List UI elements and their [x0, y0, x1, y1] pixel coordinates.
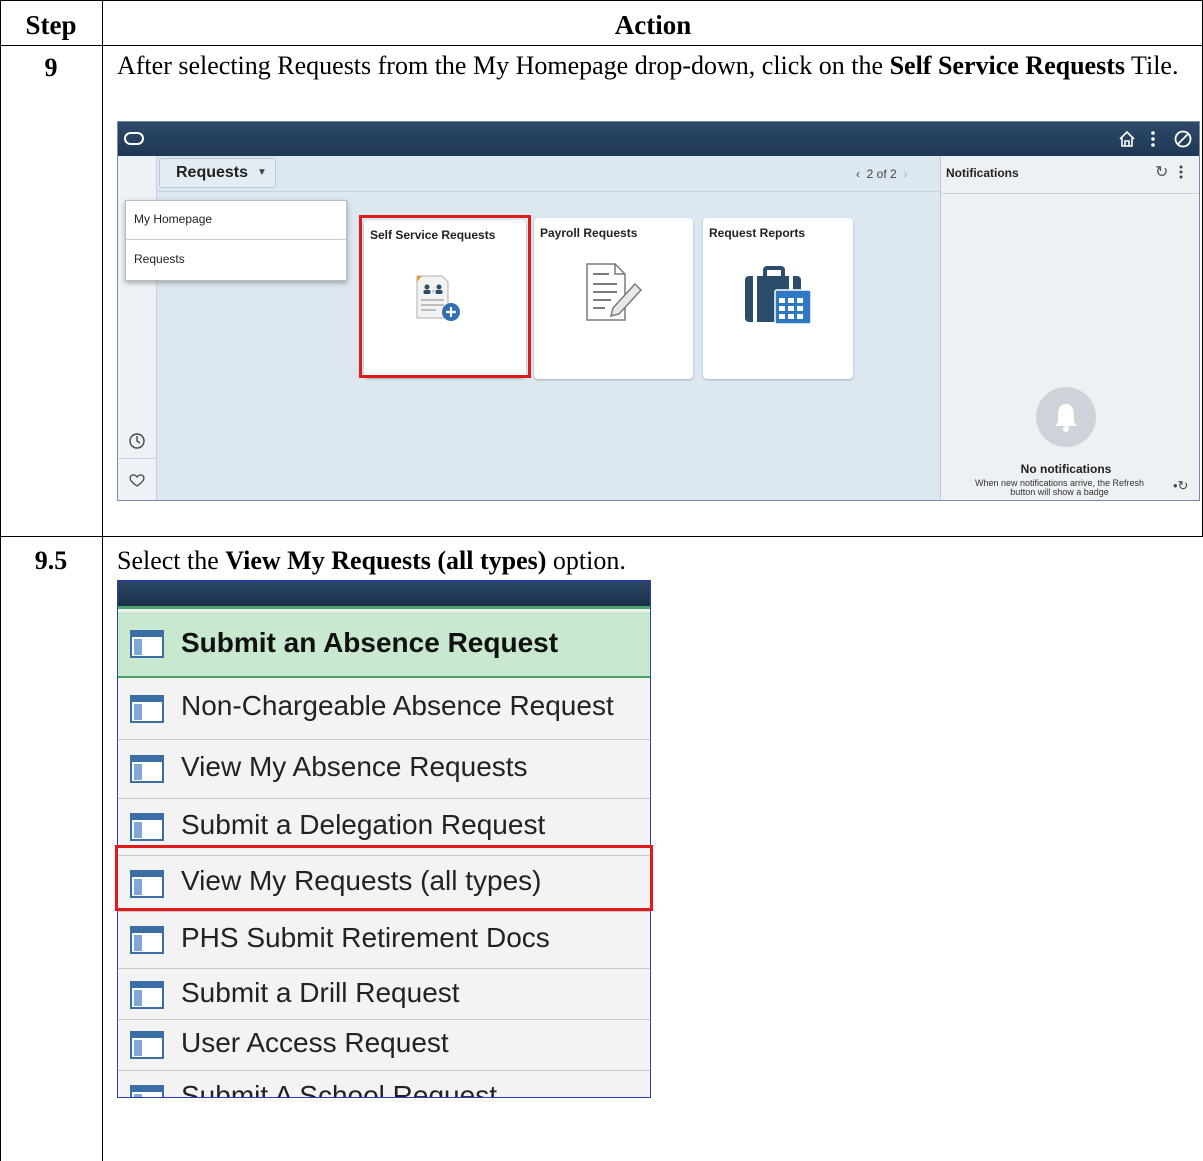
- no-notifications-title: No notifications: [1020, 462, 1112, 476]
- menu-item-label: Submit an Absence Request: [181, 627, 559, 658]
- menu-item-label: View My Absence Requests: [181, 751, 528, 782]
- menu-item-view-my-absence-requests[interactable]: View My Absence Requests: [118, 740, 650, 799]
- chevron-down-icon: ▼: [257, 167, 267, 178]
- rail-divider: [118, 458, 157, 459]
- menu-item-my-homepage[interactable]: My Homepage: [126, 212, 346, 226]
- action-header: Action: [614, 10, 692, 40]
- table-border-top: [0, 0, 1203, 1]
- page-icon: [130, 981, 164, 1009]
- tile-title: Request Reports: [709, 226, 806, 240]
- top-banner: [118, 122, 1199, 156]
- no-notifications-text: When new notifications arrive, the Refre…: [941, 479, 1178, 497]
- table-border-left: [0, 0, 1, 1161]
- notifications-menu-icon[interactable]: [1177, 164, 1185, 180]
- menu-item-phs-submit-retirement-docs[interactable]: PHS Submit Retirement Docs: [118, 912, 650, 969]
- table-header-divider: [0, 45, 1203, 46]
- menu-item-label: Submit A School Request: [181, 1080, 497, 1098]
- more-actions-icon[interactable]: [1148, 130, 1158, 148]
- table-column-divider: [102, 0, 103, 1161]
- menu-item-submit-a-school-request[interactable]: Submit A School Request: [118, 1071, 650, 1098]
- highlight-box: [115, 845, 653, 911]
- step-header: Step: [25, 10, 77, 40]
- page-icon: [130, 695, 164, 723]
- bell-icon: [1036, 387, 1096, 447]
- instruction-text: Select the: [117, 546, 226, 575]
- page-icon: [130, 755, 164, 783]
- homepage-dropdown-label: Requests: [176, 164, 249, 181]
- step-instruction: Select the View My Requests (all types) …: [117, 546, 1187, 576]
- refresh-icon[interactable]: ↻: [1155, 162, 1168, 182]
- step-instruction: After selecting Requests from the My Hom…: [117, 51, 1187, 81]
- step-number: 9.5: [34, 546, 68, 575]
- highlight-box: [359, 215, 531, 378]
- oracle-logo-icon: [124, 132, 144, 145]
- tile-payroll-requests[interactable]: Payroll Requests: [534, 218, 693, 379]
- notifications-panel: Notifications ↻ No notifications When ne…: [940, 156, 1199, 500]
- homepage-dropdown[interactable]: Requests ▼: [159, 158, 276, 188]
- instruction-bold-text: Self Service Requests: [889, 51, 1125, 80]
- menu-item-non-chargeable-absence-request[interactable]: Non-Chargeable Absence Request: [118, 678, 650, 740]
- instruction-bold-text: View My Requests (all types): [225, 546, 547, 575]
- page-icon: [130, 926, 164, 954]
- instruction-text: Tile.: [1124, 51, 1179, 80]
- chevron-right-icon[interactable]: ›: [903, 167, 907, 181]
- menu-item-label: Submit a Drill Request: [181, 977, 460, 1008]
- payroll-document-icon: [586, 263, 643, 321]
- notifications-title: Notifications: [946, 166, 1019, 180]
- menu-item-label: Non-Chargeable Absence Request: [181, 690, 614, 721]
- notifications-divider: [941, 193, 1199, 194]
- menu-header-bar: [118, 581, 650, 609]
- navbar-icon[interactable]: [1173, 129, 1193, 149]
- briefcase-calendar-icon: [745, 266, 812, 325]
- step-number: 9: [44, 53, 58, 82]
- table-row-divider: [0, 536, 1203, 537]
- home-icon[interactable]: [1118, 130, 1136, 148]
- homepage-screenshot: Requests ▼ ‹ 2 of 2 › My Homepage Reques…: [117, 121, 1200, 501]
- no-notifications-line: button will show a badge: [1010, 487, 1109, 497]
- page-icon: [130, 1031, 164, 1059]
- requests-menu-screenshot: Submit an Absence Request Non-Chargeable…: [117, 580, 651, 1098]
- menu-divider: [126, 239, 346, 240]
- menu-item-label: Submit a Delegation Request: [181, 809, 546, 840]
- pager-text: 2 of 2: [866, 167, 897, 181]
- recent-history-icon[interactable]: [128, 432, 146, 450]
- menu-item-label: PHS Submit Retirement Docs: [181, 922, 550, 953]
- menu-item-label: User Access Request: [181, 1027, 449, 1058]
- homepage-menu: My Homepage Requests: [125, 200, 347, 281]
- menu-item-user-access-request[interactable]: User Access Request: [118, 1020, 650, 1071]
- refresh-badge-icon: •↻: [1173, 478, 1189, 493]
- instruction-text: option.: [546, 546, 626, 575]
- menu-item-requests[interactable]: Requests: [126, 252, 346, 266]
- favorites-heart-icon[interactable]: [128, 472, 146, 488]
- page-icon: [130, 630, 164, 658]
- chevron-left-icon[interactable]: ‹: [856, 167, 860, 181]
- page-icon: [130, 1085, 164, 1097]
- menu-item-submit-absence-request[interactable]: Submit an Absence Request: [118, 612, 650, 678]
- tile-request-reports[interactable]: Request Reports: [703, 218, 853, 379]
- menu-item-submit-drill-request[interactable]: Submit a Drill Request: [118, 969, 650, 1020]
- instruction-text: After selecting Requests from the My Hom…: [117, 51, 890, 80]
- tile-title: Payroll Requests: [540, 226, 638, 240]
- page-icon: [130, 813, 164, 841]
- page-pager[interactable]: ‹ 2 of 2 ›: [856, 167, 907, 181]
